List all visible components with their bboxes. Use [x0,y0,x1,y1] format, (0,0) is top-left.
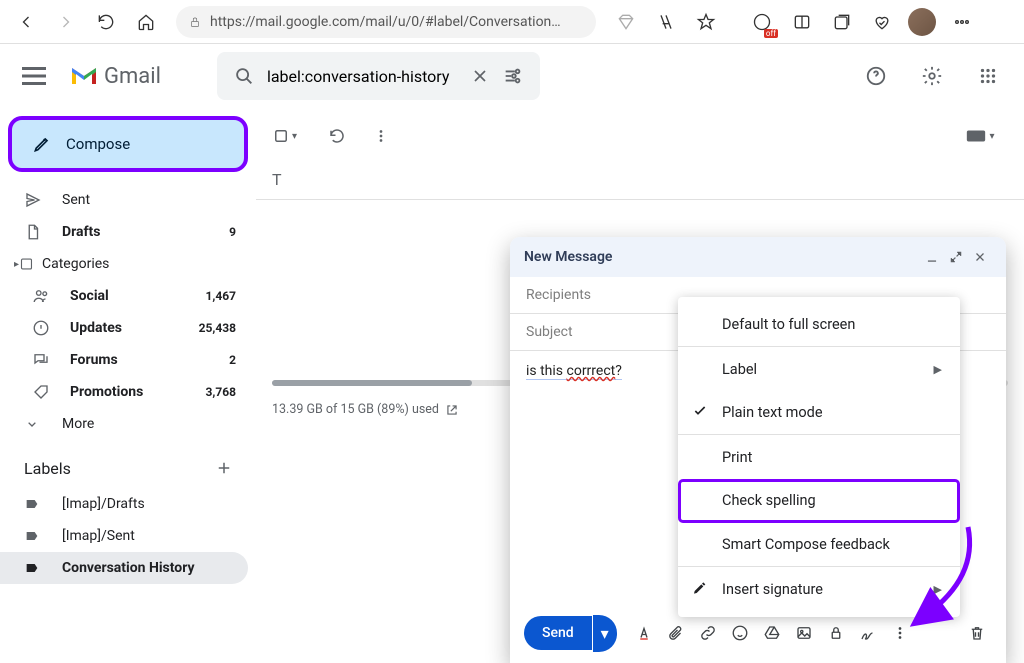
tab-row: T [256,160,1024,200]
updates-icon [32,319,52,337]
close-icon[interactable] [968,245,992,269]
check-icon [692,403,708,423]
mail-toolbar: ▾ ▾ [256,112,1024,160]
compose-label: Compose [66,135,130,153]
compose-button[interactable]: Compose [8,116,248,172]
confidential-icon[interactable] [821,618,851,648]
signature-icon[interactable] [853,618,883,648]
read-aloud-icon[interactable] [648,4,684,40]
select-all-checkbox[interactable]: ▾ [272,127,297,145]
input-tools-icon[interactable]: ▾ [964,120,996,152]
attach-icon[interactable] [661,618,691,648]
gmail-header: Gmail [0,44,1024,108]
sidebar-label-conversation-history[interactable]: Conversation History [0,552,248,584]
chevron-right-icon: ▶ [934,583,942,596]
discard-icon[interactable] [962,618,992,648]
back-icon[interactable] [8,4,44,40]
menu-default-fullscreen[interactable]: Default to full screen [678,303,960,347]
sidebar-item-updates[interactable]: Updates 25,438 [0,312,248,344]
label-icon [24,496,44,512]
sidebar-item-sent[interactable]: Sent [0,184,248,216]
clear-search-icon[interactable] [470,66,490,86]
wellness-icon[interactable] [864,4,900,40]
sidebar-item-forums[interactable]: Forums 2 [0,344,248,376]
refresh-mail-icon[interactable] [321,120,353,152]
image-icon[interactable] [789,618,819,648]
pen-icon [692,579,708,599]
sidebar-item-more[interactable]: More [0,408,248,440]
sidebar-label-imap-sent[interactable]: [Imap]/Sent [0,520,248,552]
search-input[interactable] [267,67,470,86]
forums-icon [32,351,52,369]
social-icon [32,287,52,305]
compose-titlebar[interactable]: New Message [510,237,1006,277]
tab-truncated[interactable]: T [272,170,282,189]
more-mail-icon[interactable] [365,120,397,152]
sidebar-item-categories[interactable]: ▸ Categories [0,248,248,280]
chevron-down-icon [24,416,44,432]
collections-icon[interactable] [824,4,860,40]
settings-icon[interactable] [912,56,952,96]
pencil-icon [32,134,52,154]
main-menu-icon[interactable] [16,58,52,94]
sidebar-label-imap-drafts[interactable]: [Imap]/Drafts [0,488,248,520]
forward-icon[interactable] [48,4,84,40]
link-icon[interactable] [693,618,723,648]
more-options-menu: Default to full screen Label▶ Plain text… [678,297,960,617]
compose-title: New Message [524,249,920,265]
send-button[interactable]: Send ▾ [524,615,617,652]
more-icon[interactable] [944,4,980,40]
apps-icon[interactable] [968,56,1008,96]
sidebar-item-promotions[interactable]: Promotions 3,768 [0,376,248,408]
home-icon[interactable] [128,4,164,40]
menu-insert-signature[interactable]: Insert signature▶ [678,567,960,611]
categories-icon: ▸ [14,255,34,273]
menu-print[interactable]: Print [678,435,960,479]
label-icon [24,560,44,576]
fullscreen-icon[interactable] [944,245,968,269]
menu-smart-compose-feedback[interactable]: Smart Compose feedback [678,523,960,567]
diamond-icon[interactable] [608,4,644,40]
compose-toolbar: Send ▾ [510,611,1006,663]
split-screen-icon[interactable] [784,4,820,40]
profile-avatar[interactable] [908,8,936,36]
sidebar-item-drafts[interactable]: Drafts 9 [0,216,248,248]
search-bar[interactable] [217,52,540,100]
labels-header: Labels [0,440,248,488]
extension-icon[interactable] [744,4,780,40]
minimize-icon[interactable] [920,245,944,269]
emoji-icon[interactable] [725,618,755,648]
more-options-icon[interactable] [885,618,915,648]
gmail-wordmark: Gmail [104,64,161,89]
label-icon [24,528,44,544]
menu-label[interactable]: Label▶ [678,347,960,391]
gmail-m-icon [68,64,100,88]
gmail-logo[interactable]: Gmail [68,64,161,89]
menu-plain-text[interactable]: Plain text mode [678,391,960,435]
compose-window: New Message Recipients Subject is this c… [510,237,1006,663]
send-icon [24,191,44,209]
search-options-icon[interactable] [502,65,524,87]
menu-check-spelling[interactable]: Check spelling [678,479,960,523]
browser-toolbar: https://mail.google.com/mail/u/0/#label/… [0,0,1024,44]
sidebar: Compose Sent Drafts 9 ▸ Categories Socia… [0,108,256,663]
send-options-icon[interactable]: ▾ [593,615,617,652]
url-text: https://mail.google.com/mail/u/0/#label/… [210,14,561,30]
formatting-icon[interactable] [629,618,659,648]
drive-icon[interactable] [757,618,787,648]
support-icon[interactable] [856,56,896,96]
search-icon [233,65,255,87]
lock-icon [188,15,202,29]
favorite-icon[interactable] [688,4,724,40]
url-bar[interactable]: https://mail.google.com/mail/u/0/#label/… [176,6,596,38]
open-link-icon[interactable] [445,403,459,417]
add-label-icon[interactable] [212,456,236,480]
body-text: is this corrrect? [526,363,622,380]
chevron-right-icon: ▶ [934,363,942,376]
promotions-icon [32,383,52,401]
refresh-icon[interactable] [88,4,124,40]
sidebar-item-social[interactable]: Social 1,467 [0,280,248,312]
draft-icon [24,223,44,241]
